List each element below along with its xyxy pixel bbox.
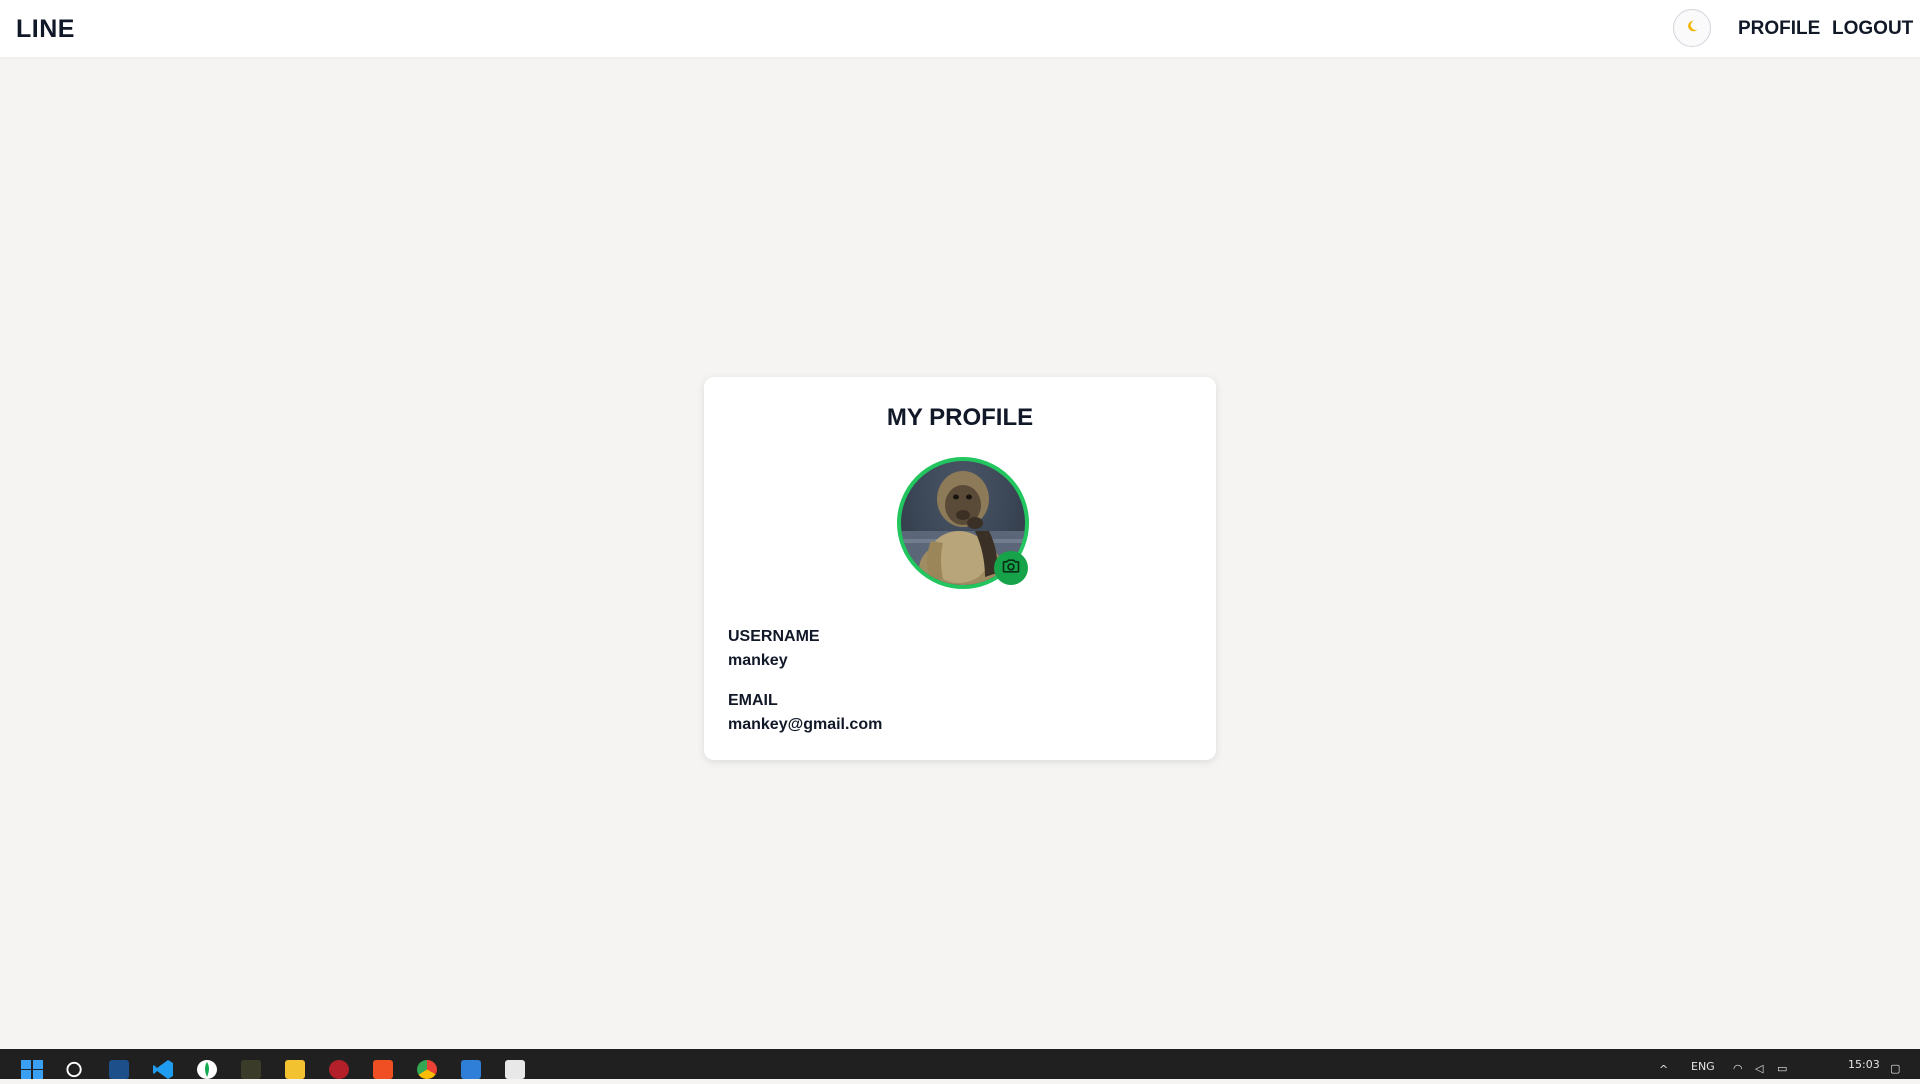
- notification-icon[interactable]: ▢: [1890, 1062, 1900, 1075]
- windows-start-icon[interactable]: [21, 1060, 43, 1079]
- search-icon[interactable]: [65, 1060, 85, 1079]
- clock-time[interactable]: 15:03: [1848, 1058, 1880, 1071]
- app-icon-vscode[interactable]: [153, 1060, 173, 1079]
- battery-icon[interactable]: ▭: [1777, 1062, 1787, 1075]
- tray-chevron-icon[interactable]: ^: [1659, 1063, 1668, 1076]
- wifi-icon[interactable]: ◠: [1733, 1062, 1743, 1075]
- os-taskbar: ^ ENG ◠ ◁ ▭ 15:03 ▢: [0, 1049, 1920, 1079]
- email-value: mankey@gmail.com: [728, 716, 883, 733]
- nav-logout-link[interactable]: LOGOUT: [1832, 18, 1913, 40]
- username-value: mankey: [728, 652, 788, 669]
- upload-photo-button[interactable]: [994, 551, 1028, 585]
- brave-browser-icon[interactable]: [373, 1060, 393, 1079]
- nav-profile-link[interactable]: PROFILE: [1738, 18, 1820, 40]
- file-explorer-icon[interactable]: [285, 1060, 305, 1079]
- email-label: EMAIL: [728, 692, 778, 709]
- app-icon-blue[interactable]: [461, 1060, 481, 1079]
- theme-toggle-button[interactable]: [1673, 9, 1711, 47]
- camera-icon: [1001, 556, 1021, 581]
- app-icon-mysql[interactable]: [109, 1060, 129, 1079]
- moon-icon: [1685, 19, 1699, 38]
- chrome-icon[interactable]: [417, 1060, 437, 1079]
- snipping-tool-icon[interactable]: [505, 1060, 525, 1079]
- language-indicator[interactable]: ENG: [1691, 1060, 1715, 1073]
- app-icon-red[interactable]: [329, 1060, 349, 1079]
- profile-card: MY PROFILE USERNAME mankey EMAIL mankey@…: [704, 377, 1216, 760]
- page-title: MY PROFILE: [886, 404, 1034, 431]
- brand-logo[interactable]: LINE: [16, 15, 75, 44]
- app-icon-mongodb[interactable]: [197, 1060, 217, 1079]
- top-navbar: LINE PROFILE LOGOUT: [0, 0, 1920, 57]
- avatar-container: [897, 457, 1029, 589]
- volume-icon[interactable]: ◁: [1755, 1062, 1763, 1075]
- username-label: USERNAME: [728, 628, 820, 645]
- app-icon-fl-studio[interactable]: [241, 1060, 261, 1079]
